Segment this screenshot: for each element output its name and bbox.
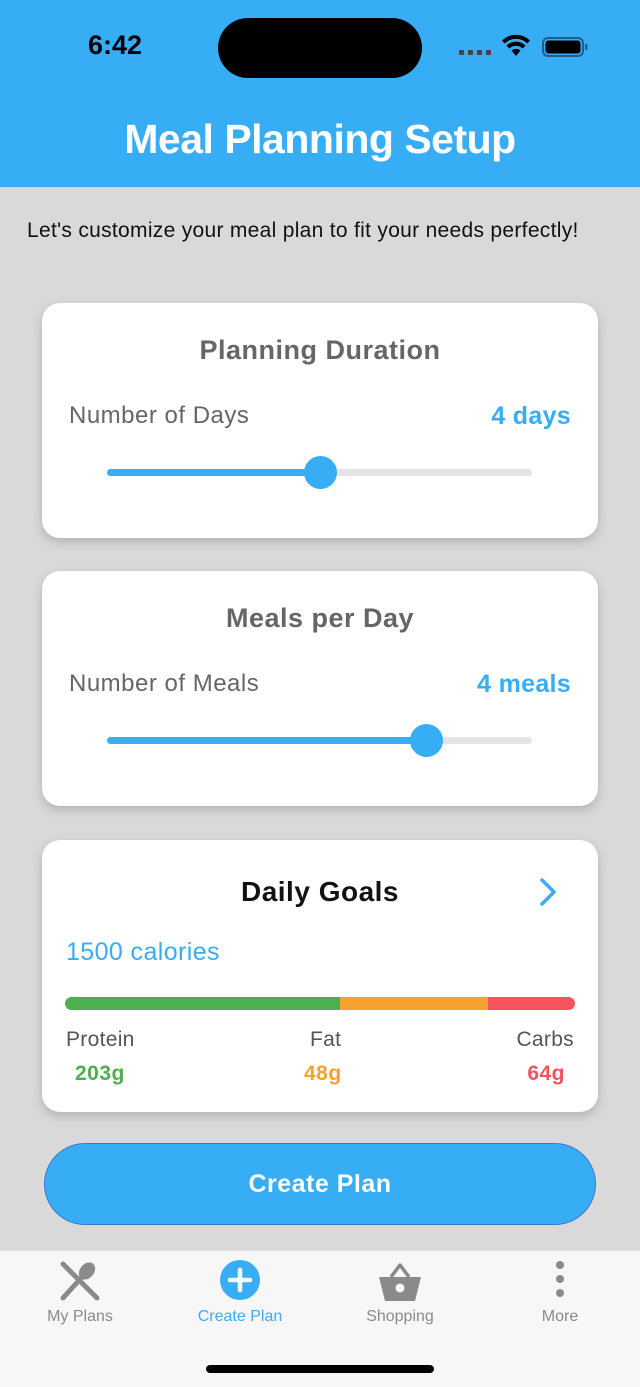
chevron-right-icon[interactable] xyxy=(536,876,560,908)
fat-label: Fat xyxy=(310,1028,342,1051)
tab-label: Create Plan xyxy=(197,1308,283,1325)
meals-per-day-card: Meals per Day Number of Meals 4 meals xyxy=(42,571,598,806)
basket-icon xyxy=(379,1263,421,1301)
create-plan-button[interactable]: Create Plan xyxy=(44,1143,596,1225)
slider-fill xyxy=(107,737,426,744)
carbs-label: Carbs xyxy=(516,1028,574,1051)
fat-value: 48g xyxy=(304,1062,342,1085)
tab-label: Shopping xyxy=(366,1308,434,1325)
number-of-days-label: Number of Days xyxy=(69,402,250,429)
protein-value: 203g xyxy=(75,1062,125,1085)
number-of-meals-value: 4 meals xyxy=(477,670,571,698)
tab-more[interactable]: More xyxy=(480,1251,640,1351)
slider-thumb[interactable] xyxy=(409,724,443,757)
number-of-meals-label: Number of Meals xyxy=(69,670,260,697)
calories-value: 1500 calories xyxy=(66,938,220,966)
slider-fill xyxy=(107,469,320,476)
meals-per-day-title: Meals per Day xyxy=(225,603,415,633)
tab-my-plans[interactable]: My Plans xyxy=(0,1251,160,1351)
tab-shopping[interactable]: Shopping xyxy=(320,1251,480,1351)
carbs-value: 64g xyxy=(527,1062,565,1085)
utensils-icon xyxy=(60,1261,100,1301)
dynamic-island xyxy=(218,18,422,78)
more-vertical-icon xyxy=(556,1261,564,1297)
planning-duration-card: Planning Duration Number of Days 4 days xyxy=(42,303,598,538)
slider-thumb[interactable] xyxy=(303,456,337,489)
macro-segment-protein xyxy=(65,997,341,1010)
tab-label: More xyxy=(541,1308,579,1325)
days-slider[interactable] xyxy=(107,455,532,491)
macro-segment-carbs xyxy=(488,997,575,1010)
cellular-signal-icon xyxy=(459,50,493,58)
app-header: 6:42 Meal Planning Setup xyxy=(0,0,640,187)
macro-segment-fat xyxy=(340,997,489,1010)
wifi-icon xyxy=(502,34,530,56)
plus-circle-icon xyxy=(220,1260,260,1300)
number-of-days-value: 4 days xyxy=(491,402,571,430)
protein-label: Protein xyxy=(66,1028,135,1051)
planning-duration-title: Planning Duration xyxy=(199,335,441,365)
daily-goals-title: Daily Goals xyxy=(240,876,399,907)
battery-icon xyxy=(542,37,588,57)
status-time: 6:42 xyxy=(88,30,143,60)
macro-distribution-bar xyxy=(65,997,575,1010)
daily-goals-card[interactable]: Daily Goals 1500 calories Protein Fat Ca… xyxy=(42,840,598,1112)
home-indicator xyxy=(206,1365,434,1373)
intro-text: Let's customize your meal plan to fit yo… xyxy=(27,219,579,242)
tab-label: My Plans xyxy=(47,1308,113,1325)
tab-create-plan[interactable]: Create Plan xyxy=(160,1251,320,1351)
page-title: Meal Planning Setup xyxy=(124,116,516,162)
meals-slider[interactable] xyxy=(107,723,532,759)
